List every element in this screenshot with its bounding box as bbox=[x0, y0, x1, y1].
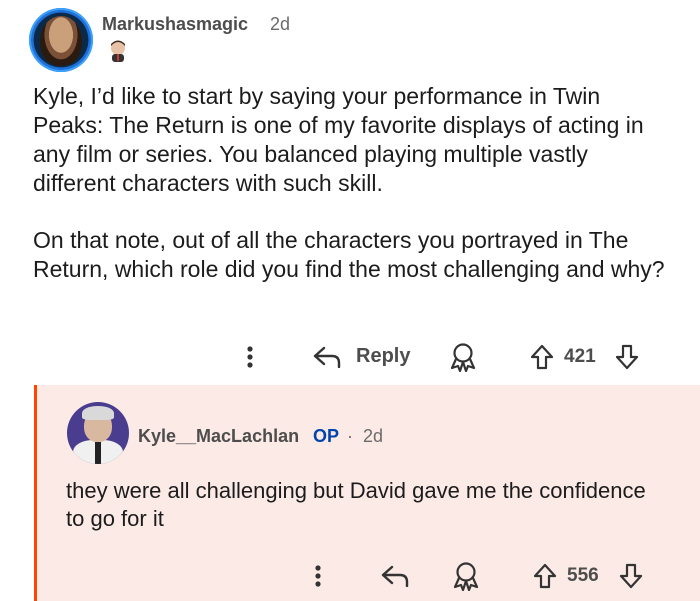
avatar[interactable] bbox=[67, 402, 129, 464]
downvote-icon[interactable] bbox=[617, 562, 645, 590]
parent-comment: Markushasmagic 2d Kyle, I’d like to star… bbox=[0, 0, 700, 385]
comment-paragraph: Kyle, I’d like to start by saying your p… bbox=[33, 83, 644, 196]
downvote-icon[interactable] bbox=[613, 343, 641, 371]
reply-icon[interactable] bbox=[380, 563, 410, 589]
award-icon[interactable] bbox=[451, 561, 481, 591]
avatar-photo bbox=[40, 16, 82, 66]
upvote-icon[interactable] bbox=[531, 562, 559, 590]
username[interactable]: Kyle__MacLachlan bbox=[138, 426, 299, 447]
reply-comment: Kyle__MacLachlan OP · 2d they were all c… bbox=[34, 385, 700, 601]
comment-text: they were all challenging but David gave… bbox=[66, 478, 646, 531]
more-options-icon[interactable] bbox=[240, 344, 260, 370]
timestamp: 2d bbox=[363, 426, 384, 446]
user-flair-icon bbox=[108, 40, 128, 62]
reply-button[interactable]: Reply bbox=[356, 345, 410, 368]
upvote-icon[interactable] bbox=[528, 343, 556, 371]
vote-count: 556 bbox=[567, 565, 599, 586]
op-badge: OP bbox=[313, 426, 340, 446]
vote-count: 421 bbox=[564, 346, 596, 367]
timestamp: 2d bbox=[270, 14, 291, 34]
more-options-icon[interactable] bbox=[308, 563, 328, 589]
award-icon[interactable] bbox=[448, 342, 478, 372]
reply-icon[interactable] bbox=[312, 344, 342, 370]
comment-actions: Reply 421 bbox=[0, 340, 700, 374]
comment-paragraph: On that note, out of all the characters … bbox=[33, 227, 665, 282]
username[interactable]: Markushasmagic bbox=[102, 14, 248, 35]
separator: · bbox=[347, 426, 353, 446]
